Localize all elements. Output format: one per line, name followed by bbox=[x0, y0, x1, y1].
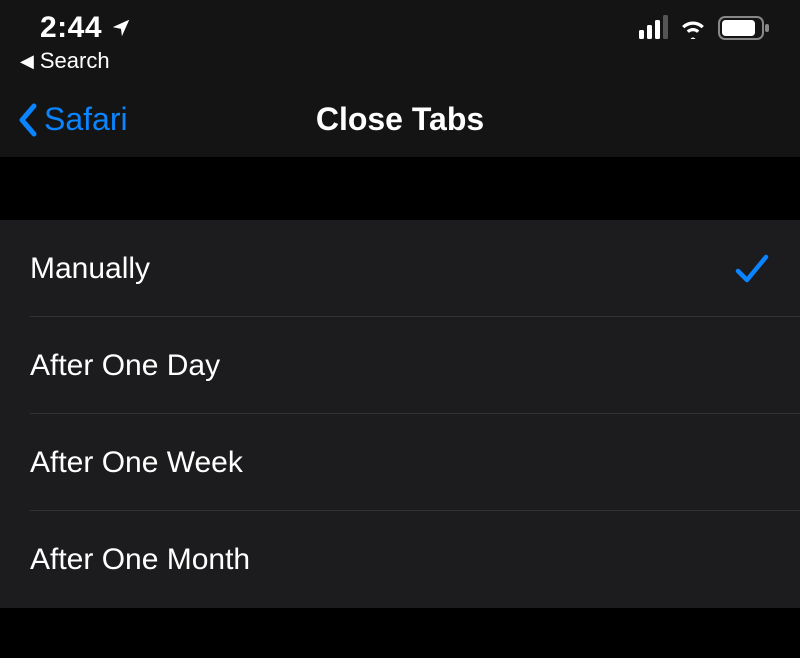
chevron-left-icon bbox=[16, 102, 40, 138]
nav-bar: Safari Close Tabs bbox=[0, 82, 800, 158]
option-manually[interactable]: Manually bbox=[0, 220, 800, 317]
back-label: Safari bbox=[44, 101, 128, 138]
breadcrumb-label: Search bbox=[40, 48, 110, 74]
status-bar: 2:44 bbox=[0, 0, 800, 48]
status-left: 2:44 bbox=[40, 11, 132, 45]
option-label: After One Week bbox=[30, 446, 243, 480]
status-right bbox=[639, 16, 770, 40]
option-label: After One Day bbox=[30, 349, 220, 383]
option-label: Manually bbox=[30, 252, 150, 286]
close-tabs-options: Manually After One Day After One Week Af… bbox=[0, 220, 800, 608]
option-after-one-month[interactable]: After One Month bbox=[0, 511, 800, 608]
location-icon bbox=[110, 17, 132, 39]
page-title: Close Tabs bbox=[316, 101, 484, 138]
option-after-one-week[interactable]: After One Week bbox=[0, 414, 800, 511]
option-after-one-day[interactable]: After One Day bbox=[0, 317, 800, 414]
bottom-gap bbox=[0, 608, 800, 658]
back-caret-icon: ◀ bbox=[20, 52, 34, 70]
battery-icon bbox=[718, 16, 770, 40]
back-button[interactable]: Safari bbox=[16, 101, 128, 138]
checkmark-icon bbox=[734, 252, 770, 286]
option-label: After One Month bbox=[30, 543, 250, 577]
cellular-signal-icon bbox=[639, 17, 668, 39]
wifi-icon bbox=[678, 17, 708, 39]
breadcrumb[interactable]: ◀ Search bbox=[0, 48, 800, 82]
section-gap bbox=[0, 158, 800, 220]
clock: 2:44 bbox=[40, 11, 102, 45]
